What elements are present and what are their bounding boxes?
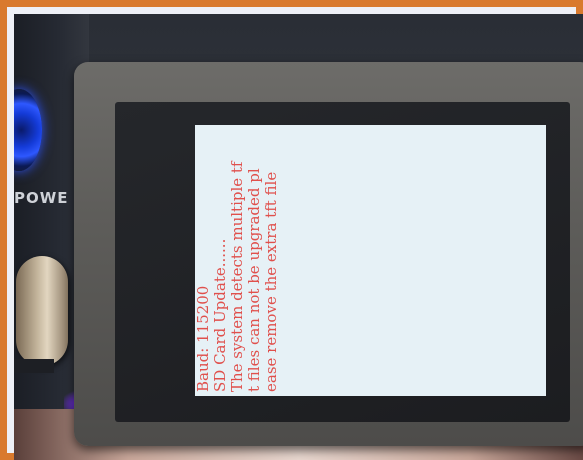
rotary-knob[interactable] [16,256,68,366]
knob-base [14,359,54,373]
image-frame: POWE Baud: 115200 SD Card Update...... T… [0,0,583,460]
screen-message: Baud: 115200 SD Card Update...... The sy… [195,125,307,396]
error-line-2: t files can not be upgraded pl [245,168,263,392]
error-line-3: ease remove the extra tft file [262,171,280,392]
lcd-screen: Baud: 115200 SD Card Update...... The sy… [195,125,546,396]
sd-update-line: SD Card Update...... [211,238,229,392]
baud-rate-line: Baud: 115200 [195,285,212,392]
error-line-1: The system detects multiple tf [228,161,246,393]
power-label: POWE [14,189,69,207]
